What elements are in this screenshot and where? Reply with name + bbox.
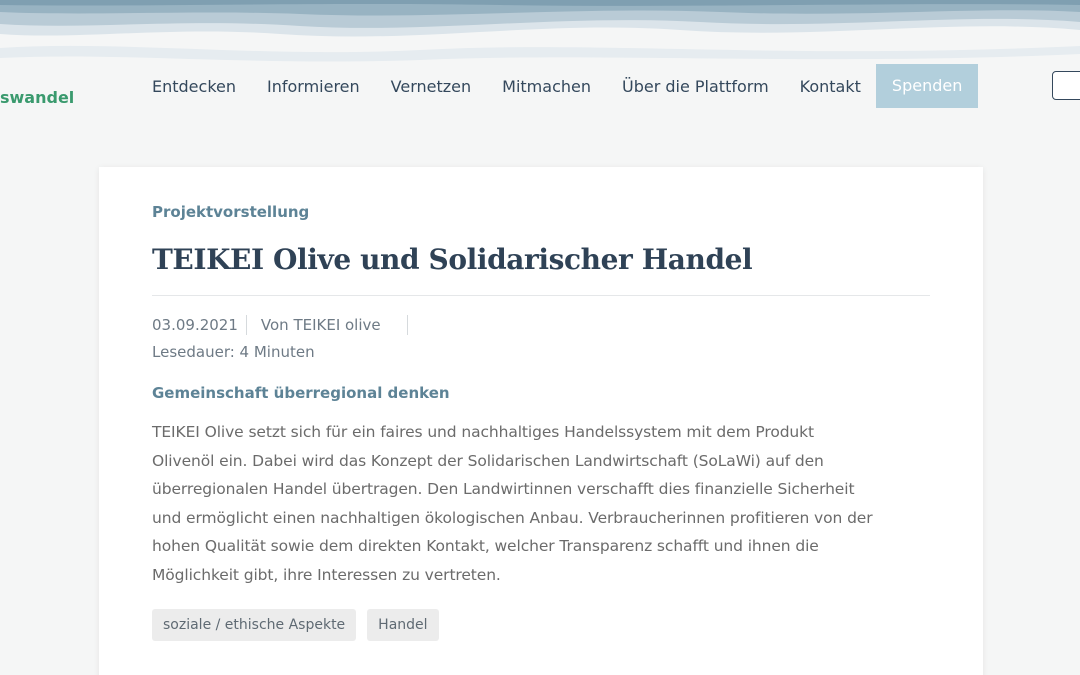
body-line: TEIKEI Olive setzt sich für ein faires u… xyxy=(152,423,815,441)
header-watercolor-wave xyxy=(0,0,1080,62)
nav-item-informieren[interactable]: Informieren xyxy=(267,77,360,96)
meta-separator xyxy=(406,315,408,335)
nav-item-kontakt[interactable]: Kontakt xyxy=(800,77,861,96)
title-divider xyxy=(152,295,930,296)
nav-item-entdecken[interactable]: Entdecken xyxy=(152,77,236,96)
body-line: hohen Qualität sowie dem direkten Kontak… xyxy=(152,537,819,555)
article-subheading: Gemeinschaft überregional denken xyxy=(152,384,450,402)
nav-item-mitmachen[interactable]: Mitmachen xyxy=(502,77,591,96)
article-title: TEIKEI Olive und Solidarischer Handel xyxy=(152,243,753,276)
tag-soziale-ethische-aspekte[interactable]: soziale / ethische Aspekte xyxy=(152,609,357,641)
body-line: Möglichkeit gibt, ihre Interessen zu ver… xyxy=(152,565,501,584)
article-tags: soziale / ethische Aspekte Handel xyxy=(152,609,450,641)
article-reading-time: Lesedauer: 4 Minuten xyxy=(152,343,315,361)
body-line: Olivenöl ein. Dabei wird das Konzept der… xyxy=(152,451,824,470)
article-author[interactable]: Von TEIKEI olive xyxy=(261,316,381,334)
header-button-partial[interactable] xyxy=(1052,71,1080,100)
nav-item-vernetzen[interactable]: Vernetzen xyxy=(391,77,471,96)
article-card: Projektvorstellung TEIKEI Olive und Soli… xyxy=(99,167,983,675)
body-line: überregionalen Handel übertragen. Den La… xyxy=(152,480,855,498)
meta-separator xyxy=(245,315,247,335)
article-category[interactable]: Projektvorstellung xyxy=(152,203,309,221)
article-date: 03.09.2021 xyxy=(152,316,238,334)
nav-item-ueber-die-plattform[interactable]: Über die Plattform xyxy=(622,77,769,96)
donate-button[interactable]: Spenden xyxy=(875,64,979,108)
main-navigation: Entdecken Informieren Vernetzen Mitmache… xyxy=(152,64,979,108)
article-meta: 03.09.2021 Von TEIKEI olive Lesedauer: 4… xyxy=(152,315,422,362)
site-logo[interactable]: swandel xyxy=(0,88,74,107)
article-body: TEIKEI Olive setzt sich für ein faires u… xyxy=(152,418,942,589)
tag-handel[interactable]: Handel xyxy=(367,609,439,641)
body-line: und ermöglicht einen nachhaltigen ökolog… xyxy=(152,508,873,527)
